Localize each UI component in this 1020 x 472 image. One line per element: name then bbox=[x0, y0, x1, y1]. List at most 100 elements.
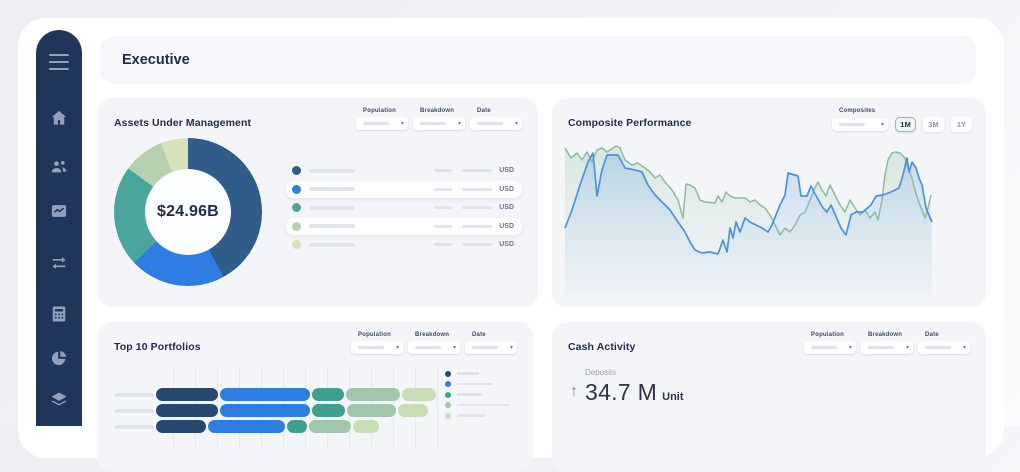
population-select[interactable]: ▾ bbox=[356, 117, 408, 130]
legend-dot bbox=[445, 392, 451, 398]
composites-select[interactable]: ▾ bbox=[832, 118, 888, 131]
filter-population: Population▾ bbox=[804, 332, 856, 354]
cash-filters: Population▾Breakdown▾Date▾ bbox=[804, 332, 970, 354]
top10-card-title: Top 10 Portfolios bbox=[114, 341, 201, 354]
filter-breakdown: Breakdown▾ bbox=[413, 108, 465, 130]
composites-filter: ▾ bbox=[832, 118, 888, 131]
sidebar-layers-icon[interactable] bbox=[48, 390, 70, 410]
top10-filters: Population▾Breakdown▾Date▾ bbox=[351, 332, 517, 354]
aum-donut-chart: $24.96B bbox=[114, 138, 262, 286]
chevron-down-icon: ▾ bbox=[510, 345, 513, 351]
deposits-label: Deposits bbox=[585, 368, 684, 377]
dashboard: Executive Assets Under Management Popula… bbox=[0, 0, 1020, 426]
legend-item bbox=[445, 412, 509, 419]
aum-legend: USD USD USD USD USD bbox=[286, 162, 522, 286]
value-placeholder bbox=[434, 169, 452, 172]
population-select[interactable]: ▾ bbox=[351, 341, 403, 354]
currency-label: USD bbox=[499, 167, 514, 174]
deposits-unit: Unit bbox=[662, 391, 683, 403]
value-placeholder bbox=[462, 243, 492, 246]
perf-controls: Composites ▾ 1M3M1Y bbox=[832, 108, 972, 132]
legend-dot bbox=[445, 402, 451, 408]
breakdown-select[interactable]: ▾ bbox=[408, 341, 460, 354]
chevron-down-icon: ▾ bbox=[458, 121, 461, 127]
select-placeholder bbox=[477, 122, 503, 125]
sidebar-transfers-icon[interactable] bbox=[48, 253, 70, 273]
filter-date: Date▾ bbox=[470, 108, 522, 130]
filter-breakdown: Breakdown▾ bbox=[408, 332, 460, 354]
top10-portfolios-card: Top 10 Portfolios Population▾Breakdown▾D… bbox=[98, 322, 533, 472]
select-placeholder bbox=[358, 346, 384, 349]
legend-line-placeholder bbox=[457, 414, 485, 417]
chevron-down-icon: ▾ bbox=[515, 121, 518, 127]
aum-list-item[interactable]: USD bbox=[286, 218, 522, 235]
aum-card-head: Assets Under Management Population▾Break… bbox=[98, 98, 538, 130]
sidebar-portfolio-chart-icon[interactable] bbox=[48, 201, 70, 221]
value-placeholder bbox=[434, 188, 452, 191]
cash-activity-card: Cash Activity Population▾Breakdown▾Date▾… bbox=[552, 322, 986, 472]
filter-label: Population bbox=[358, 332, 403, 338]
label-placeholder bbox=[309, 187, 355, 191]
breakdown-select[interactable]: ▾ bbox=[413, 117, 465, 130]
legend-dot bbox=[292, 203, 301, 212]
chevron-down-icon: ▾ bbox=[963, 345, 966, 351]
filter-label: Date bbox=[472, 332, 517, 338]
aum-card-body: $24.96B USD USD USD USD USD bbox=[98, 134, 538, 286]
performance-line-chart bbox=[560, 138, 978, 301]
bar-segment bbox=[287, 420, 307, 433]
bar-segment bbox=[309, 420, 351, 433]
breakdown-select[interactable]: ▾ bbox=[861, 341, 913, 354]
chevron-down-icon: ▾ bbox=[401, 121, 404, 127]
top10-legend bbox=[445, 370, 509, 423]
bar-segment bbox=[156, 420, 206, 433]
bar-segment bbox=[156, 388, 218, 401]
sidebar-menu-button[interactable] bbox=[48, 52, 70, 72]
chevron-down-icon: ▾ bbox=[906, 345, 909, 351]
bar-segment bbox=[402, 388, 436, 401]
perf-controls-row: ▾ 1M 3M 1Y bbox=[832, 117, 972, 132]
period-1m-button[interactable]: 1M bbox=[895, 117, 916, 132]
sidebar-users-icon[interactable] bbox=[48, 157, 70, 177]
currency-label: USD bbox=[499, 186, 514, 193]
row-label-placeholder bbox=[114, 425, 154, 429]
period-1y-button[interactable]: 1Y bbox=[951, 117, 972, 132]
legend-dot bbox=[292, 166, 301, 175]
chevron-down-icon: ▾ bbox=[849, 345, 852, 351]
top10-card-head: Top 10 Portfolios Population▾Breakdown▾D… bbox=[98, 322, 533, 354]
select-placeholder bbox=[420, 122, 446, 125]
date-select[interactable]: ▾ bbox=[918, 341, 970, 354]
chevron-down-icon: ▾ bbox=[881, 122, 884, 128]
page-title: Executive bbox=[100, 36, 976, 84]
perf-area-blue bbox=[565, 153, 932, 295]
bar-segment bbox=[398, 404, 428, 417]
legend-dot bbox=[292, 240, 301, 249]
select-placeholder bbox=[839, 123, 865, 126]
legend-dot bbox=[445, 381, 451, 387]
cash-card-title: Cash Activity bbox=[568, 341, 635, 354]
aum-list-item[interactable]: USD bbox=[286, 181, 522, 198]
filter-population: Population ▾ bbox=[351, 332, 403, 354]
aum-list-item[interactable]: USD bbox=[286, 199, 522, 216]
aum-list-item[interactable]: USD bbox=[286, 236, 522, 253]
legend-item bbox=[445, 370, 509, 377]
population-select[interactable]: ▾ bbox=[804, 341, 856, 354]
deposits-value-row: 34.7 M Unit bbox=[585, 379, 684, 406]
aum-list-item[interactable]: USD bbox=[286, 162, 522, 179]
date-select[interactable]: ▾ bbox=[470, 117, 522, 130]
sidebar-pie-chart-icon[interactable] bbox=[48, 348, 70, 368]
select-placeholder bbox=[925, 346, 951, 349]
value-placeholder bbox=[462, 169, 492, 172]
bar-segment bbox=[312, 404, 345, 417]
period-3m-button[interactable]: 3M bbox=[923, 117, 944, 132]
value-placeholder bbox=[462, 188, 492, 191]
sidebar-calculator-icon[interactable] bbox=[48, 304, 70, 324]
currency-label: USD bbox=[499, 241, 514, 248]
value-placeholder bbox=[462, 225, 492, 228]
date-select[interactable]: ▾ bbox=[465, 341, 517, 354]
legend-line-placeholder bbox=[457, 404, 509, 407]
bar-segment bbox=[346, 388, 400, 401]
up-arrow-icon: ↑ bbox=[570, 383, 578, 406]
select-placeholder bbox=[363, 122, 389, 125]
row-label-placeholder bbox=[114, 409, 154, 413]
sidebar-home-icon[interactable] bbox=[48, 108, 70, 128]
